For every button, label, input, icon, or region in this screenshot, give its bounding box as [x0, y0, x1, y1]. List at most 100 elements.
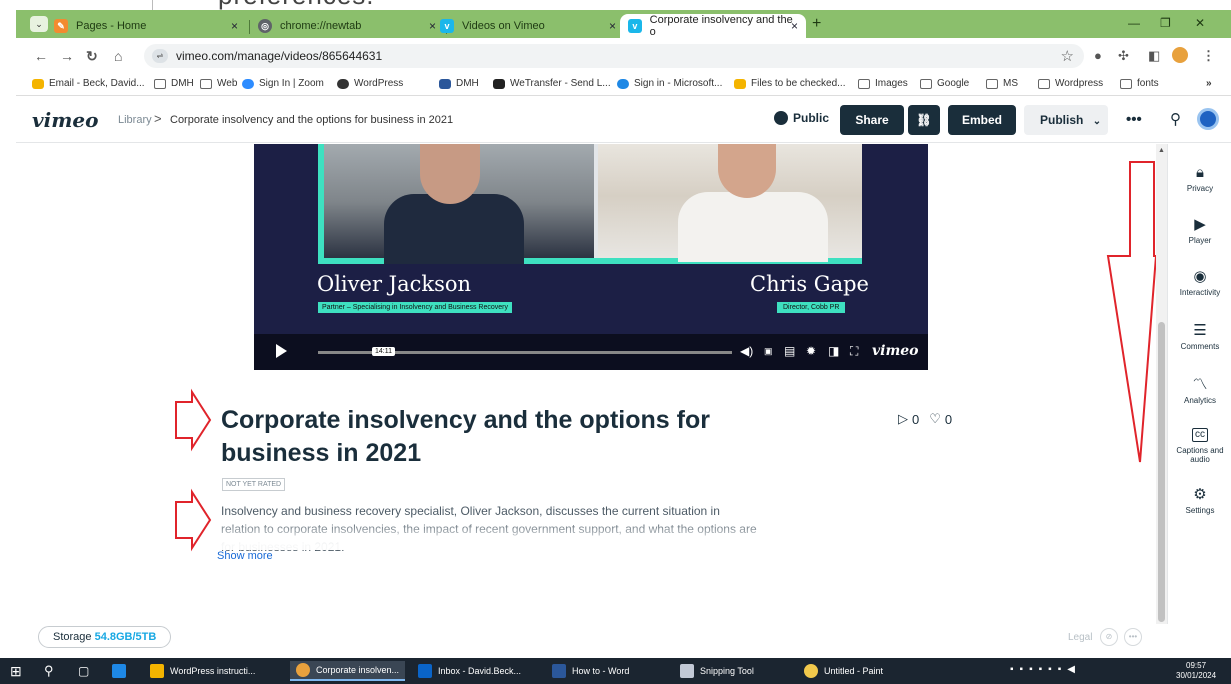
- red-arrow-title: [175, 388, 212, 452]
- rail-item-player[interactable]: ▶ Player: [1168, 216, 1231, 245]
- analytics-icon: 〽: [1192, 376, 1208, 393]
- compass-icon[interactable]: ⊘: [1100, 628, 1118, 646]
- tab-corporate-insolvency[interactable]: v Corporate insolvency and the o ×: [620, 14, 806, 38]
- search-icon[interactable]: ⚲: [1170, 110, 1181, 128]
- publish-button[interactable]: Publish ⌄: [1024, 105, 1108, 135]
- taskbar-app-icon[interactable]: [112, 661, 132, 681]
- legal-link[interactable]: Legal: [1068, 632, 1092, 643]
- folder-icon: [858, 78, 870, 89]
- taskbar-item[interactable]: Inbox - David.Beck...: [418, 661, 521, 681]
- scroll-thumb[interactable]: [1158, 322, 1165, 622]
- storage-pill[interactable]: Storage 54.8GB/5TB: [38, 626, 172, 648]
- rail-item-privacy[interactable]: 🔒︎ Privacy: [1168, 164, 1231, 193]
- system-tray[interactable]: ▪▪▪▪▪▪◀: [1010, 664, 1081, 675]
- wordpress-icon: [337, 78, 349, 89]
- vimeo-header: vimeo Library > Corporate insolvency and…: [16, 97, 1231, 143]
- bookmark-item[interactable]: MS: [986, 78, 1018, 89]
- site-info-icon[interactable]: ⇌: [152, 49, 168, 63]
- url-text[interactable]: vimeo.com/manage/videos/865644631: [176, 49, 382, 63]
- screenshot-root: preferences. ⌄ ✎ Pages - Home × ◎ chrome…: [0, 0, 1231, 684]
- lock-icon: 🔒︎: [1196, 164, 1204, 181]
- taskbar-item[interactable]: How to - Word: [552, 661, 629, 681]
- user-avatar[interactable]: [1197, 108, 1219, 130]
- bookmark-item[interactable]: Email - Beck, David...: [32, 78, 145, 89]
- tab-videos-on-vimeo[interactable]: v Videos on Vimeo ×: [432, 14, 624, 38]
- taskbar-item[interactable]: Corporate insolven...: [290, 661, 406, 681]
- tab-bar: ⌄ ✎ Pages - Home × ◎ chrome://newtab × v…: [16, 10, 1231, 38]
- bookmark-item[interactable]: Files to be checked...: [734, 78, 846, 89]
- bookmark-item[interactable]: WordPress: [337, 78, 403, 89]
- share-button[interactable]: Share: [840, 105, 904, 135]
- bookmark-item[interactable]: Sign In | Zoom: [242, 78, 324, 89]
- search-icon[interactable]: ⚲: [44, 661, 54, 681]
- url-omnibox[interactable]: ⇌ vimeo.com/manage/videos/865644631 ☆: [144, 44, 1084, 68]
- bookmark-item[interactable]: WeTransfer - Send L...: [493, 78, 611, 89]
- back-icon[interactable]: ←: [34, 48, 48, 64]
- home-icon[interactable]: ⌂: [114, 48, 122, 64]
- settings-rail: 🔒︎ Privacy ▶ Player ◉ Interactivity ☰ Co…: [1167, 144, 1231, 624]
- vimeo-logo[interactable]: vimeo: [32, 108, 98, 132]
- taskbar-clock[interactable]: 09:57 30/01/2024: [1176, 661, 1216, 681]
- tab-newtab[interactable]: ◎ chrome://newtab ×: [250, 14, 444, 38]
- taskbar-item[interactable]: Snipping Tool: [680, 661, 754, 681]
- profile-avatar[interactable]: [1172, 47, 1188, 63]
- close-icon[interactable]: ×: [791, 19, 798, 33]
- bookmark-item[interactable]: Sign in - Microsoft...: [617, 78, 722, 89]
- close-window-icon[interactable]: ✕: [1195, 16, 1205, 30]
- link-icon[interactable]: ⛓: [908, 105, 940, 135]
- taskbar-item[interactable]: WordPress instructi...: [150, 661, 255, 681]
- restore-icon[interactable]: ❐: [1160, 16, 1171, 30]
- kebab-menu-icon[interactable]: ⋮: [1202, 48, 1215, 64]
- taskbar-item[interactable]: Untitled - Paint: [804, 661, 883, 681]
- reload-icon[interactable]: ↻: [86, 48, 98, 65]
- tab-pages-home[interactable]: ✎ Pages - Home ×: [46, 14, 246, 38]
- cloud-icon: [617, 78, 629, 89]
- breadcrumb-current: Corporate insolvency and the options for…: [170, 114, 454, 126]
- bookmark-item[interactable]: fonts: [1120, 78, 1159, 89]
- browser-window: ⌄ ✎ Pages - Home × ◎ chrome://newtab × v…: [16, 10, 1231, 658]
- rail-item-comments[interactable]: ☰ Comments: [1168, 322, 1231, 351]
- rail-item-settings[interactable]: ⚙ Settings: [1168, 486, 1231, 515]
- extension-dot-icon[interactable]: ●: [1094, 48, 1102, 63]
- windows-taskbar: ⊞ ⚲ ▢ WordPress instructi... Corporate i…: [0, 658, 1231, 684]
- more-options-button[interactable]: •••: [1126, 111, 1142, 128]
- bookmark-item[interactable]: Wordpress: [1038, 78, 1103, 89]
- footer-more-icon[interactable]: •••: [1124, 628, 1142, 646]
- close-icon[interactable]: ×: [609, 19, 616, 33]
- start-icon[interactable]: ⊞: [10, 661, 22, 681]
- scroll-up-icon[interactable]: ▲: [1158, 147, 1165, 154]
- bookmark-star-icon[interactable]: ☆: [1061, 47, 1074, 65]
- new-tab-button[interactable]: +: [812, 15, 821, 33]
- rail-item-interactivity[interactable]: ◉ Interactivity: [1168, 268, 1231, 297]
- rail-item-analytics[interactable]: 〽 Analytics: [1168, 376, 1231, 405]
- extensions-icon[interactable]: ✣: [1118, 48, 1129, 64]
- side-panel-icon[interactable]: ◧: [1148, 48, 1160, 64]
- tab-label: Videos on Vimeo: [462, 20, 545, 32]
- bookmark-item[interactable]: Google: [920, 78, 969, 89]
- bookmarks-overflow-button[interactable]: »: [1206, 78, 1212, 89]
- rail-item-captions[interactable]: cc Captions and audio: [1168, 428, 1231, 464]
- folder-icon: [1038, 78, 1050, 89]
- bookmark-item[interactable]: Images: [858, 78, 908, 89]
- task-view-icon[interactable]: ▢: [78, 661, 89, 681]
- bookmark-item[interactable]: DMH: [439, 78, 479, 89]
- bookmark-item[interactable]: DMH: [154, 78, 194, 89]
- embed-button[interactable]: Embed: [948, 105, 1016, 135]
- app-icon: [112, 664, 126, 678]
- red-arrow-description: [175, 488, 212, 552]
- globe-icon: [774, 111, 788, 125]
- tab-label: chrome://newtab: [280, 20, 362, 32]
- page-scrollbar[interactable]: ▲: [1156, 144, 1167, 624]
- privacy-status-button[interactable]: Public: [774, 111, 829, 125]
- breadcrumb-library[interactable]: Library: [118, 114, 152, 126]
- settings-icon: ⚙: [1193, 486, 1207, 503]
- overlay-divider: [152, 0, 153, 10]
- minimize-icon[interactable]: —: [1128, 16, 1140, 30]
- forward-icon[interactable]: →: [60, 48, 74, 64]
- bookmark-item[interactable]: Web: [200, 78, 237, 89]
- close-icon[interactable]: ×: [231, 19, 238, 33]
- folder-icon: [154, 78, 166, 89]
- annotation-arrows: [175, 161, 1158, 552]
- ms-grid-icon: [734, 78, 746, 89]
- folder-icon: [200, 78, 212, 89]
